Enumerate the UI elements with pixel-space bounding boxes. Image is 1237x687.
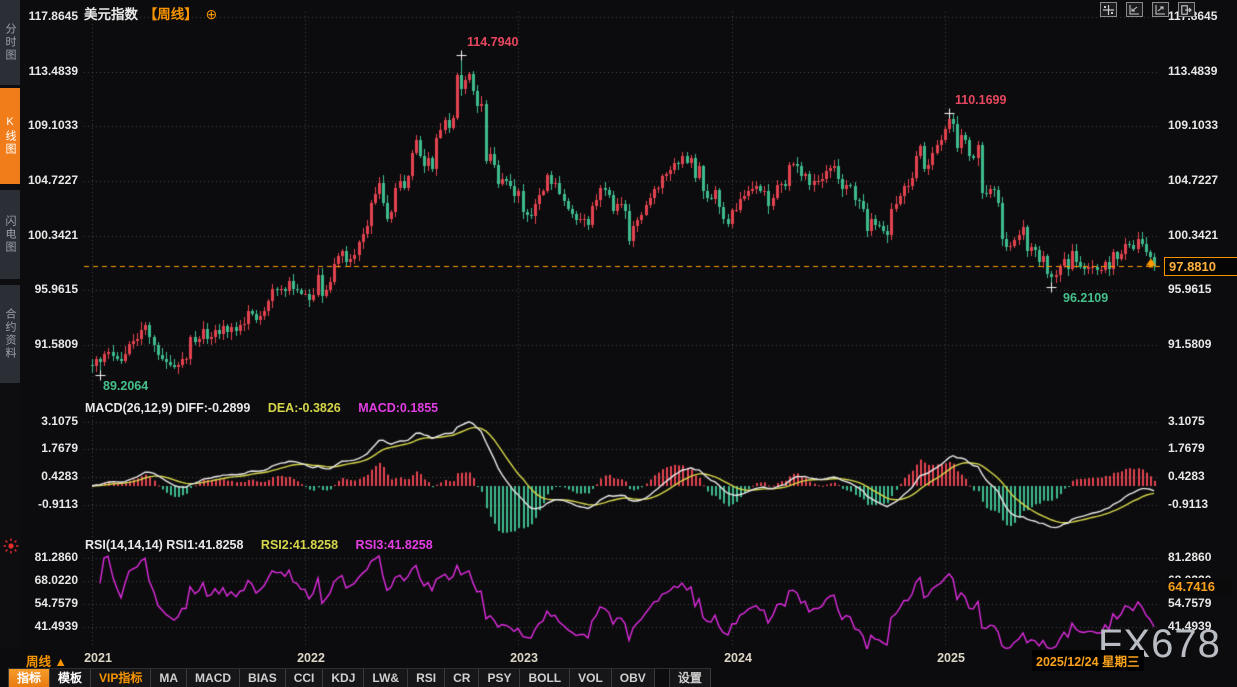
price-axis-label-left: 113.4839 — [20, 64, 78, 78]
rsi-header: RSI(14,14,14) RSI1:41.8258 RSI2:41.8258 … — [85, 538, 433, 552]
price-axis-label-left: 104.7227 — [20, 173, 78, 187]
price-axis-label-left: 95.9615 — [20, 282, 78, 296]
rsi1-value: RSI(14,14,14) RSI1:41.8258 — [85, 538, 243, 552]
chart-title: 美元指数 【周线】 ⊕ — [84, 3, 217, 23]
toolbar-button-OBV[interactable]: OBV — [612, 669, 655, 687]
macd-axis-label-right: 1.7679 — [1168, 441, 1234, 455]
macd-axis-label-left: 1.7679 — [20, 441, 78, 455]
price-axis-label-left: 100.3421 — [20, 228, 78, 242]
toolbar-button-模板[interactable]: 模板 — [50, 669, 91, 687]
toolbar-button-MA[interactable]: MA — [151, 669, 187, 687]
toolbar-button-PSY[interactable]: PSY — [479, 669, 520, 687]
xaxis-year-label: 2021 — [66, 651, 130, 665]
xaxis-year-label: 2024 — [706, 651, 770, 665]
rsi-axis-label-left: 41.4939 — [20, 619, 78, 633]
price-annotation: 110.1699 — [955, 93, 1006, 107]
rsi-axis-label-left: 81.2860 — [20, 550, 78, 564]
zoom-in-icon[interactable] — [1152, 2, 1169, 17]
indicator-toolbar: 指标模板VIP指标MAMACDBIASCCIKDJLW&RSICRPSYBOLL… — [8, 668, 711, 687]
macd-axis-label-left: 0.4283 — [20, 469, 78, 483]
timeframe-tag: 【周线】 — [144, 7, 198, 22]
price-axis-label-right: 113.4839 — [1168, 64, 1234, 78]
toolbar-button-CCI[interactable]: CCI — [286, 669, 324, 687]
toolbar-button-指标[interactable]: 指标 — [8, 669, 50, 687]
toolbar-button-LW&[interactable]: LW& — [364, 669, 408, 687]
xaxis-year-label: 2025 — [919, 651, 983, 665]
sidebar-tab-4[interactable]: 合约资料 — [0, 285, 20, 383]
macd-dea-value: DEA:-0.3826 — [268, 401, 341, 415]
macd-bar-value: MACD:0.1855 — [358, 401, 438, 415]
rsi-axis-label-left: 68.0220 — [20, 573, 78, 587]
sidebar-tab-2[interactable]: K线图 — [0, 88, 20, 184]
macd-axis-label-left: 3.1075 — [20, 414, 78, 428]
macd-diff-value: MACD(26,12,9) DIFF:-0.2899 — [85, 401, 250, 415]
toolbar-button-BIAS[interactable]: BIAS — [240, 669, 286, 687]
toolbar-button-MACD[interactable]: MACD — [187, 669, 240, 687]
toolbar-button-VOL[interactable]: VOL — [570, 669, 612, 687]
price-axis-label-right: 109.1033 — [1168, 118, 1234, 132]
red-burst-icon — [3, 538, 19, 559]
xaxis-year-label: 2023 — [492, 651, 556, 665]
price-axis-label-right: 91.5809 — [1168, 337, 1234, 351]
price-annotation: 96.2109 — [1063, 291, 1108, 305]
rsi-axis-highlight-badge: 64.7416 — [1166, 578, 1232, 595]
exit-fullscreen-icon[interactable] — [1178, 2, 1195, 17]
macd-axis-label-right: 0.4283 — [1168, 469, 1234, 483]
macd-axis-label-right: 3.1075 — [1168, 414, 1234, 428]
symbol-name: 美元指数 — [84, 7, 138, 22]
macd-axis-label-left: -0.9113 — [20, 497, 78, 511]
price-axis-label-right: 95.9615 — [1168, 282, 1234, 296]
price-axis-label-left: 117.8645 — [20, 9, 78, 23]
price-axis-label-right: 104.7227 — [1168, 173, 1234, 187]
toolbar-button-VIP指标[interactable]: VIP指标 — [91, 669, 151, 687]
price-annotation: 89.2064 — [103, 379, 148, 393]
rsi2-value: RSI2:41.8258 — [261, 538, 338, 552]
xaxis-year-label: 2022 — [279, 651, 343, 665]
price-annotation: 114.7940 — [467, 35, 518, 49]
sidebar-tab-3[interactable]: 闪电图 — [0, 190, 20, 279]
current-price-badge: 97.8810 — [1164, 257, 1237, 276]
chart-canvas[interactable] — [0, 0, 1237, 687]
price-axis-label-left: 109.1033 — [20, 118, 78, 132]
toolbar-button-RSI[interactable]: RSI — [408, 669, 445, 687]
toolbar-button-KDJ[interactable]: KDJ — [323, 669, 364, 687]
rsi-axis-label-right: 81.2860 — [1168, 550, 1234, 564]
rsi-axis-label-left: 54.7579 — [20, 596, 78, 610]
toolbar-button-设置[interactable]: 设置 — [669, 669, 711, 687]
toolbar-button-CR[interactable]: CR — [445, 669, 479, 687]
cursor-date-label: 2025/12/24 星期三 — [1032, 650, 1144, 671]
zoom-out-icon[interactable] — [1126, 2, 1143, 17]
macd-axis-label-right: -0.9113 — [1168, 497, 1234, 511]
chart-toolbar-icons — [1100, 2, 1195, 17]
toolbar-button-BOLL[interactable]: BOLL — [520, 669, 570, 687]
price-axis-label-right: 100.3421 — [1168, 228, 1234, 242]
price-axis-label-left: 91.5809 — [20, 337, 78, 351]
macd-header: MACD(26,12,9) DIFF:-0.2899 DEA:-0.3826 M… — [85, 401, 438, 415]
rsi-axis-label-right: 54.7579 — [1168, 596, 1234, 610]
pan-crosshair-icon[interactable] — [1100, 2, 1117, 17]
expand-icon[interactable]: ⊕ — [206, 6, 218, 22]
chart-window: 分时图 K线图闪电图合约资料 美元指数 【周线】 ⊕ MACD(26,12,9) … — [0, 0, 1237, 687]
sidebar-tab-1[interactable]: 分时图 — [0, 0, 20, 85]
rsi3-value: RSI3:41.8258 — [356, 538, 433, 552]
